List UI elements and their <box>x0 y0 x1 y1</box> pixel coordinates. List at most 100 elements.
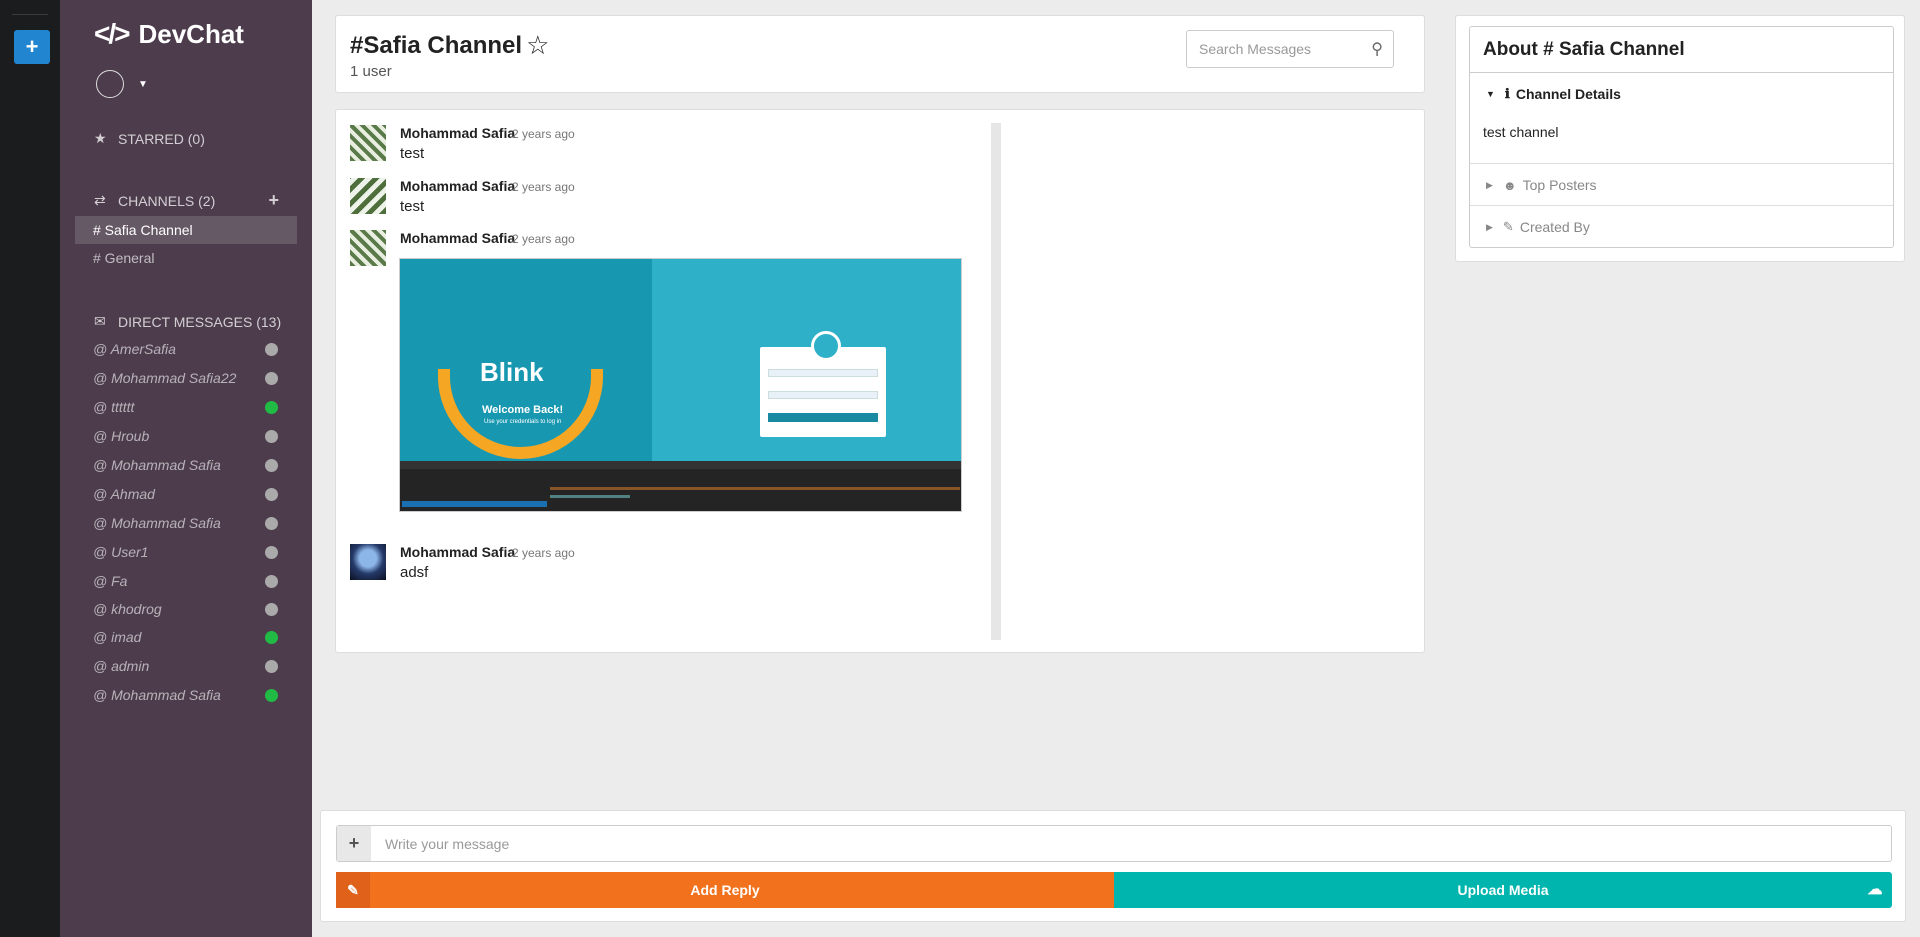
accordion-title[interactable]: ▶ ☻ Top Posters <box>1486 177 1597 193</box>
star-icon: ★ <box>94 130 107 146</box>
status-dot <box>265 459 278 472</box>
sidebar-item-general[interactable]: # General <box>75 244 297 272</box>
dm-item[interactable]: @ Hroub <box>93 426 278 446</box>
attach-button[interactable]: + <box>337 826 371 861</box>
accordion-top-posters[interactable]: ▶ ☻ Top Posters <box>1470 164 1893 206</box>
lock-icon <box>811 331 841 361</box>
dm-label: @ Ahmad <box>93 486 155 502</box>
add-workspace-button[interactable]: + <box>14 30 50 64</box>
info-icon: ℹ <box>1504 86 1510 101</box>
image-button <box>768 413 878 422</box>
pencil-icon: ✎ <box>1502 219 1514 234</box>
dm-item[interactable]: @ Mohammad Safia <box>93 455 278 475</box>
status-dot <box>265 488 278 501</box>
image-logo: Blink <box>480 357 544 387</box>
status-dot <box>265 603 278 616</box>
caret-right-icon: ▶ <box>1486 221 1493 232</box>
edit-icon: ✎ <box>336 872 370 908</box>
dm-item[interactable]: @ tttttt <box>93 397 278 417</box>
dm-label: @ Fa <box>93 573 128 589</box>
image-devtools <box>400 461 961 511</box>
message-text: test <box>400 145 425 162</box>
reply-label: Add Reply <box>690 882 760 898</box>
details-label: Channel Details <box>1515 86 1621 102</box>
message-author: Mohammad Safia <box>400 125 516 141</box>
caret-right-icon: ▶ <box>1486 179 1493 190</box>
dm-label: @ Hroub <box>93 428 150 444</box>
dm-item[interactable]: @ khodrog <box>93 599 278 619</box>
dm-item[interactable]: @ User1 <box>93 542 278 562</box>
about-card: About # Safia Channel ▼ ℹ Channel Detail… <box>1469 26 1894 248</box>
avatar <box>350 544 386 580</box>
message-author: Mohammad Safia <box>400 178 516 194</box>
channel-title: #Safia Channel <box>350 31 523 59</box>
dm-label: @ admin <box>93 658 150 674</box>
channels-section: ⇄ CHANNELS (2) + <box>94 190 279 211</box>
starred-section: ★ STARRED (0) <box>94 130 205 147</box>
dm-label: @ imad <box>93 629 142 645</box>
upload-label: Upload Media <box>1457 882 1549 898</box>
direct-messages-section: ✉ DIRECT MESSAGES (13) <box>94 313 281 330</box>
status-dot <box>265 546 278 559</box>
search-icon[interactable]: ⚲ <box>1371 39 1383 59</box>
status-dot <box>265 660 278 673</box>
code-icon: </> <box>94 18 131 49</box>
dm-label: @ Mohammad Safia <box>93 687 221 703</box>
about-panel: About # Safia Channel ▼ ℹ Channel Detail… <box>1455 15 1905 262</box>
search-input[interactable]: Search Messages ⚲ <box>1186 30 1394 68</box>
sidebar-item-safia-channel[interactable]: # Safia Channel <box>75 216 297 244</box>
image-field <box>768 391 878 399</box>
dm-item[interactable]: @ imad <box>93 627 278 647</box>
upload-media-button[interactable]: Upload Media ☁ <box>1114 872 1892 908</box>
dm-item[interactable]: @ Ahmad <box>93 484 278 504</box>
message-time: 2 years ago <box>512 232 575 246</box>
add-reply-button[interactable]: ✎ Add Reply <box>336 872 1114 908</box>
status-dot <box>265 575 278 588</box>
workspace-rail: + <box>0 0 60 937</box>
message-author: Mohammad Safia <box>400 544 516 560</box>
avatar[interactable] <box>96 70 124 98</box>
dm-item[interactable]: @ admin <box>93 656 278 676</box>
add-channel-button[interactable]: + <box>268 190 279 211</box>
message-time: 2 years ago <box>512 127 575 141</box>
brand-name: DevChat <box>138 18 244 49</box>
message-author: Mohammad Safia <box>400 230 516 246</box>
user-circle-icon: ☻ <box>1502 177 1517 193</box>
accordion-created-by[interactable]: ▶ ✎ Created By <box>1470 206 1893 248</box>
accordion-title[interactable]: ▶ ✎ Created By <box>1486 219 1590 235</box>
chevron-down-icon[interactable]: ▼ <box>138 79 148 90</box>
image-devtools-selection <box>402 501 547 507</box>
dm-item[interactable]: @ AmerSafia <box>93 339 278 359</box>
status-dot <box>265 343 278 356</box>
user-menu[interactable]: ▼ <box>96 70 148 98</box>
top-posters-label: Top Posters <box>1522 177 1597 193</box>
accordion-title[interactable]: ▼ ℹ Channel Details <box>1486 86 1621 102</box>
direct-messages-label: DIRECT MESSAGES (13) <box>118 313 282 330</box>
accordion-channel-details[interactable]: ▼ ℹ Channel Details test channel <box>1470 74 1893 164</box>
search-placeholder: Search Messages <box>1199 41 1312 57</box>
dm-item[interactable]: @ Mohammad Safia <box>93 513 278 533</box>
dm-item[interactable]: @ Mohammad Safia22 <box>93 368 278 388</box>
message-text: test <box>400 198 425 215</box>
details-text: test channel <box>1483 124 1559 140</box>
avatar <box>350 125 386 161</box>
shared-image[interactable]: Blink Welcome Back! Use your credentials… <box>399 258 962 512</box>
dm-item[interactable]: @ Fa <box>93 571 278 591</box>
dm-label: @ tttttt <box>93 399 135 415</box>
dm-label: @ khodrog <box>93 601 162 617</box>
message-input[interactable]: + Write your message <box>336 825 1892 862</box>
image-welcome: Welcome Back! <box>482 404 564 416</box>
created-by-label: Created By <box>1519 219 1590 235</box>
message-placeholder: Write your message <box>385 835 510 852</box>
avatar <box>350 230 386 266</box>
caret-down-icon: ▼ <box>1486 89 1495 99</box>
dm-label: @ Mohammad Safia22 <box>93 370 237 386</box>
rail-divider <box>12 14 48 15</box>
star-icon[interactable]: ☆ <box>526 30 549 61</box>
status-dot <box>265 517 278 530</box>
dm-item[interactable]: @ Mohammad Safia <box>93 685 278 705</box>
scrollbar[interactable] <box>991 123 1001 640</box>
status-dot <box>265 689 278 702</box>
dm-label: @ Mohammad Safia <box>93 515 221 531</box>
mail-icon: ✉ <box>94 313 106 329</box>
